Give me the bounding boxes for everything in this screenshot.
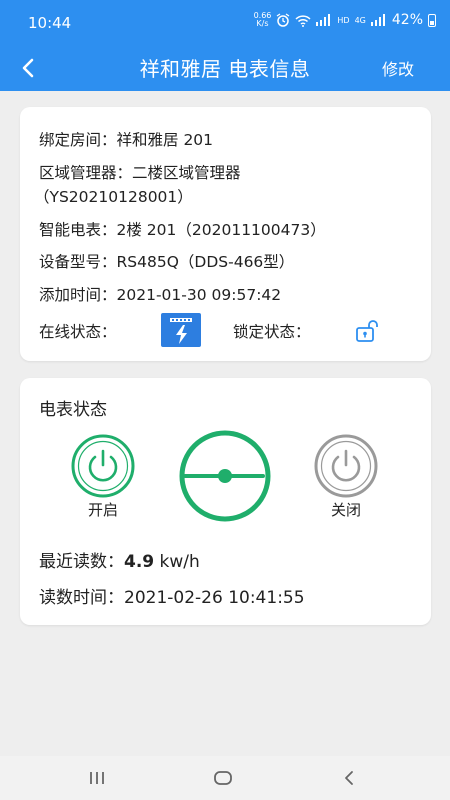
reading-time-row: 读数时间：2021-02-26 10:41:55 <box>39 583 305 608</box>
power-off-icon <box>314 434 378 498</box>
status-bar: 10:44 0.66 K/s HD 4G 42% <box>0 0 450 46</box>
reading-time-value: 2021-02-26 10:41:55 <box>124 588 305 608</box>
alarm-icon <box>277 13 290 27</box>
added-time-row: 添加时间：2021-01-30 09:57:42 <box>39 283 281 305</box>
recent-apps-icon <box>90 772 104 784</box>
signal-icon-2 <box>370 14 387 26</box>
reading-time-label: 读数时间： <box>39 588 124 608</box>
nav-back-button[interactable] <box>334 766 364 790</box>
power-on-button[interactable] <box>71 434 135 498</box>
room-row: 绑定房间：祥和雅居 201 <box>39 128 213 150</box>
latest-reading-unit: kw/h <box>154 552 200 572</box>
recent-apps-button[interactable] <box>82 766 112 790</box>
network-speed: 0.66 K/s <box>254 12 272 28</box>
manager-label: 区域管理器： <box>39 164 133 182</box>
room-label: 绑定房间： <box>39 131 117 149</box>
network-type-label: HD <box>337 15 350 25</box>
header: 祥和雅居 电表信息 修改 <box>0 46 450 91</box>
meter-info-card: 绑定房间：祥和雅居 201 区域管理器：二楼区域管理器 （YS202101280… <box>20 107 431 361</box>
added-time-value: 2021-01-30 09:57:42 <box>116 286 282 304</box>
battery-icon <box>428 13 436 27</box>
power-online-icon <box>161 313 201 347</box>
power-off-label: 关闭 <box>330 501 361 519</box>
status-icons: 0.66 K/s HD 4G 42% <box>254 12 436 28</box>
latest-reading-label: 最近读数： <box>39 552 124 572</box>
meter-gauge-icon <box>179 430 271 522</box>
meter-status-card: 电表状态 开启 关闭 最近读数：4.9 kw/h 读数时间：2021-02-26… <box>20 378 431 625</box>
manager-id: （YS20210128001） <box>34 188 193 206</box>
network-4g-label: 4G <box>354 15 366 25</box>
power-off-button[interactable] <box>314 434 378 498</box>
home-icon <box>214 771 232 785</box>
added-time-label: 添加时间： <box>39 286 117 304</box>
model-row: 设备型号：RS485Q（DDS-466型） <box>39 250 294 272</box>
edit-button[interactable]: 修改 <box>382 56 414 80</box>
room-value: 祥和雅居 201 <box>116 131 214 149</box>
meter-status-title: 电表状态 <box>39 400 107 420</box>
model-label: 设备型号： <box>39 253 117 271</box>
home-button[interactable] <box>208 766 238 790</box>
meter-value: 2楼 201（202011100473） <box>116 221 326 239</box>
manager-row: 区域管理器：二楼区域管理器 <box>39 161 241 183</box>
online-status-label: 在线状态： <box>39 323 117 341</box>
network-speed-unit: K/s <box>256 19 269 28</box>
status-time: 10:44 <box>28 14 72 32</box>
meter-label: 智能电表： <box>39 221 117 239</box>
latest-reading-row: 最近读数：4.9 kw/h <box>39 547 200 572</box>
power-on-icon <box>71 434 135 498</box>
system-nav-bar <box>0 756 450 800</box>
unlocked-padlock-icon <box>356 320 378 342</box>
nav-back-icon <box>345 771 353 785</box>
manager-value: 二楼区域管理器 <box>132 164 241 182</box>
signal-icon <box>316 14 332 26</box>
latest-reading-value: 4.9 <box>124 552 155 572</box>
meter-row: 智能电表：2楼 201（202011100473） <box>39 218 326 240</box>
power-on-label: 开启 <box>87 501 118 519</box>
model-value: RS485Q（DDS-466型） <box>116 253 295 271</box>
battery-percent: 42% <box>391 12 423 28</box>
lock-status-label: 锁定状态： <box>233 323 311 341</box>
wifi-icon <box>295 14 311 27</box>
